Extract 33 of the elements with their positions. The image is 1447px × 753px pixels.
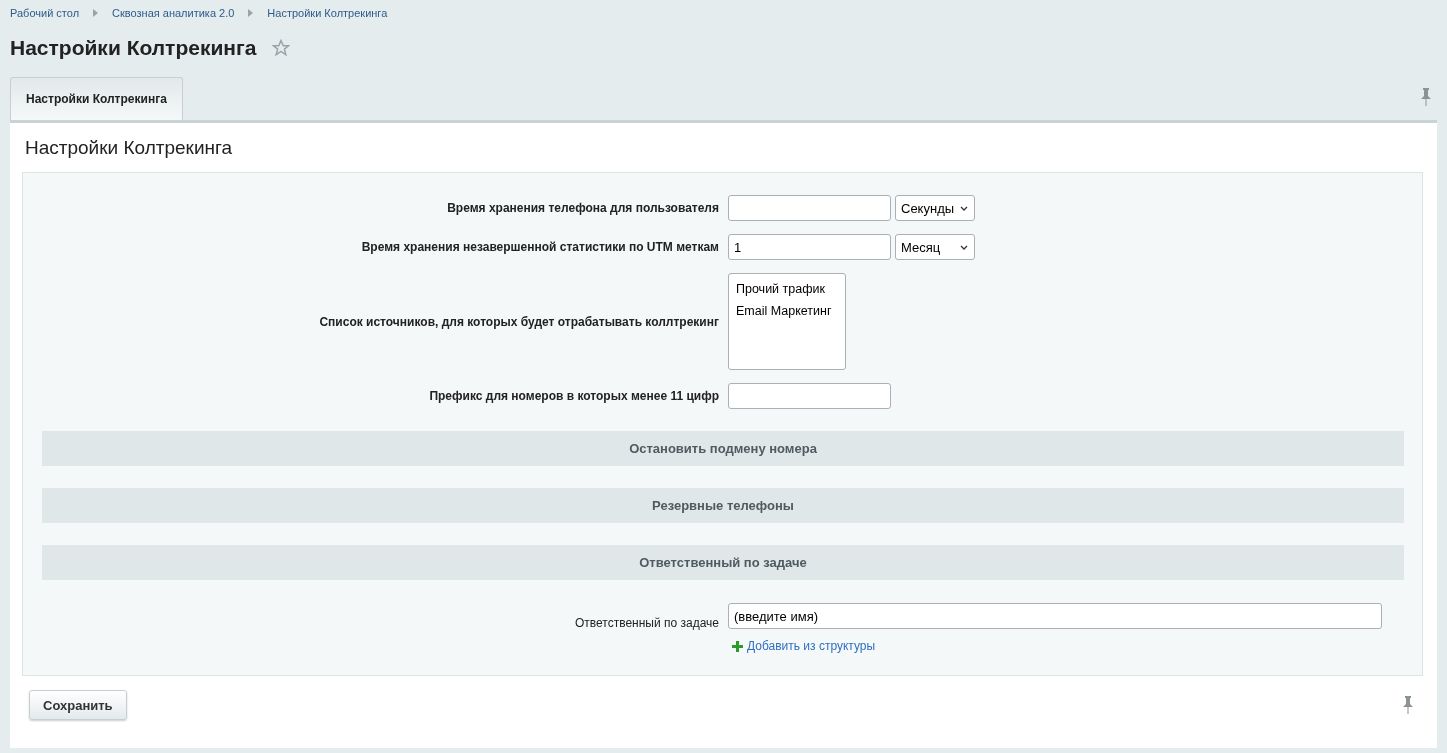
chevron-icon	[248, 9, 254, 17]
chevron-down-icon	[960, 244, 968, 250]
input-field[interactable]: 1	[728, 234, 891, 260]
field-label: Список источников, для которых будет отрабатывать коллтрекинг	[318, 314, 719, 329]
pin-icon[interactable]	[1421, 88, 1431, 106]
panel-title: Настройки Колтрекинга	[24, 136, 234, 160]
field-label: Префикс для номеров в которых менее 11 цифр	[428, 389, 719, 403]
field-label: Время хранения незавершенной статистики по UTM меткам	[360, 240, 719, 254]
input-field[interactable]: (введите имя)	[728, 603, 1382, 629]
pin-icon[interactable]	[1403, 696, 1413, 714]
section-header[interactable]: Остановить подмену номера	[42, 431, 1404, 466]
unit-dropdown[interactable]: Секунды	[895, 195, 975, 221]
list-option[interactable]: Прочий трафик	[736, 278, 838, 300]
breadcrumb-link[interactable]: Настройки Колтрекинга	[267, 7, 388, 19]
star-icon[interactable]	[272, 39, 291, 57]
chevron-icon	[93, 9, 99, 17]
field-label: Время хранения телефона для пользователя	[446, 201, 719, 215]
source-listbox[interactable]: Прочий трафик Email Маркетинг	[728, 273, 846, 370]
section-header[interactable]: Резервные телефоны	[42, 488, 1404, 523]
section-header[interactable]: Ответственный по задаче	[42, 545, 1404, 580]
unit-dropdown[interactable]: Месяц	[895, 234, 975, 260]
add-link[interactable]: Добавить из структуры	[747, 639, 876, 653]
input-field[interactable]	[728, 383, 891, 409]
page-title: Настройки Колтрекинга	[10, 36, 257, 60]
chevron-down-icon	[960, 205, 968, 211]
tab[interactable]: Настройки Колтрекинга	[10, 77, 183, 120]
input-field[interactable]	[728, 195, 891, 221]
list-option[interactable]: Email Маркетинг	[736, 300, 838, 322]
field-label: Ответственный по задаче	[573, 616, 719, 630]
plus-icon[interactable]	[732, 640, 743, 652]
breadcrumb-link[interactable]: Рабочий стол	[10, 7, 80, 19]
breadcrumb-link[interactable]: Сквозная аналитика 2.0	[112, 7, 235, 19]
save-button[interactable]: Сохранить	[29, 690, 127, 720]
